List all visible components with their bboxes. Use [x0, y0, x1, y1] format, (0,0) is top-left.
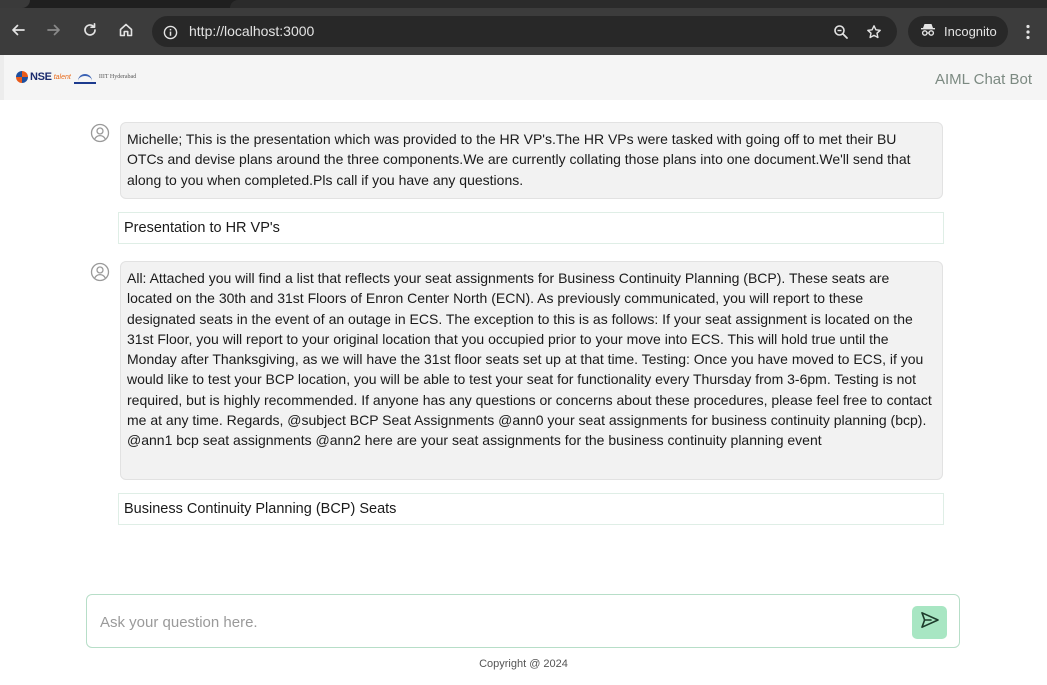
app-title: AIML Chat Bot — [935, 71, 1032, 88]
forward-icon[interactable] — [42, 18, 66, 42]
nse-talent-text: talent — [53, 73, 71, 81]
message-bubble: Michelle; This is the presentation which… — [120, 122, 943, 199]
back-icon[interactable] — [6, 18, 30, 42]
bot-answer: Business Continuity Planning (BCP) Seats — [118, 493, 944, 525]
browser-toolbar: http://localhost:3000 Incognito — [0, 8, 1047, 55]
header-edge — [0, 55, 4, 100]
tab-left-edge — [0, 0, 30, 8]
message-bubble: All: Attached you will find a list that … — [120, 261, 943, 480]
user-avatar-icon — [90, 123, 110, 143]
incognito-profile-button[interactable]: Incognito — [908, 16, 1008, 47]
question-input[interactable] — [100, 609, 900, 635]
info-icon[interactable] — [160, 22, 180, 42]
zoom-icon[interactable] — [831, 22, 851, 42]
star-icon[interactable] — [864, 22, 884, 42]
logo[interactable]: NSE talent IIIT Hyderabad — [6, 57, 190, 97]
send-icon — [920, 611, 940, 634]
nse-logo: NSE talent — [16, 71, 71, 83]
active-tab[interactable] — [230, 0, 1047, 8]
nse-mark-icon — [16, 71, 28, 83]
address-bar[interactable]: http://localhost:3000 — [152, 16, 897, 47]
reload-icon[interactable] — [78, 18, 102, 42]
incognito-icon — [920, 23, 936, 40]
url-text[interactable]: http://localhost:3000 — [189, 23, 314, 39]
send-button[interactable] — [912, 606, 947, 639]
nse-logo-text: NSE — [30, 71, 52, 83]
partner-logo-text: IIIT Hyderabad — [98, 74, 137, 80]
app-header: NSE talent IIIT Hyderabad AIML Chat Bot — [0, 55, 1047, 100]
user-avatar-icon — [90, 262, 110, 282]
bot-answer: Presentation to HR VP's — [118, 212, 944, 244]
incognito-label: Incognito — [944, 24, 997, 39]
question-input-box — [86, 594, 960, 648]
home-icon[interactable] — [114, 18, 138, 42]
footer-copyright: Copyright @ 2024 — [479, 658, 568, 670]
tab-strip — [0, 0, 1047, 8]
menu-icon[interactable] — [1018, 20, 1038, 44]
iiit-logo-icon — [73, 70, 96, 84]
